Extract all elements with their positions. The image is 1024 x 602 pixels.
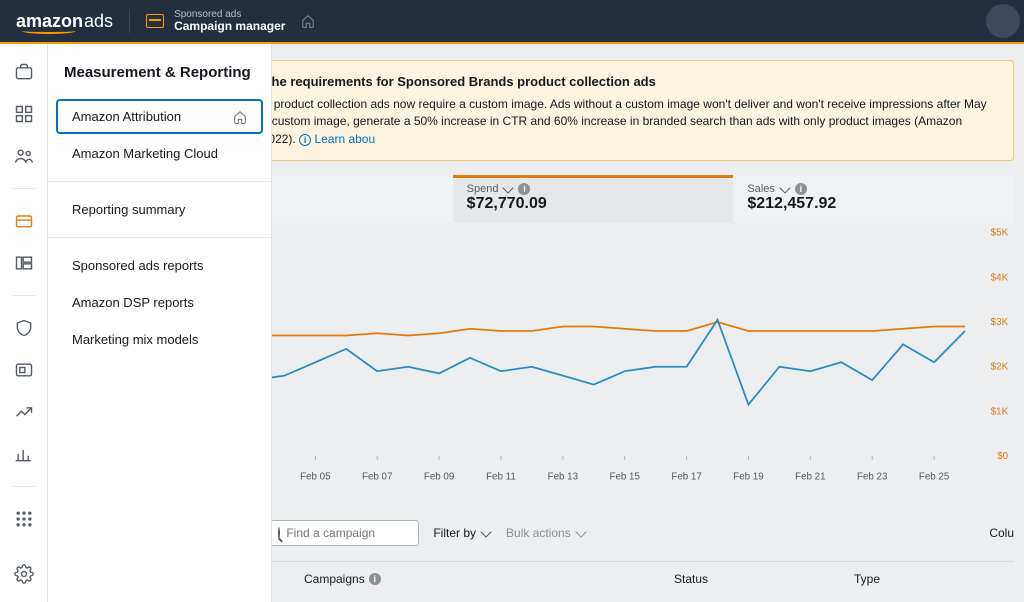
search-input[interactable] <box>272 520 419 546</box>
search-field[interactable] <box>286 526 441 540</box>
logo-sub: ads <box>84 11 113 32</box>
notice-banner: 've changed the requirements for Sponsor… <box>272 60 1014 161</box>
svg-text:$0: $0 <box>997 451 1008 462</box>
top-bar: amazonads Sponsored ads Campaign manager <box>0 0 1024 44</box>
flyout-item-label: Reporting summary <box>72 202 185 217</box>
chart: $0$1K$2K$3K$4K$5KFeb 01Feb 03Feb 05Feb 0… <box>272 223 1014 501</box>
svg-text:$3K: $3K <box>991 317 1009 328</box>
metric-card[interactable]: Salesi$212,457.92 <box>733 175 1014 223</box>
metric-label: i <box>272 183 439 195</box>
flyout-title: Measurement & Reporting <box>48 64 271 97</box>
bulk-actions-button[interactable]: Bulk actions <box>506 526 587 540</box>
shield-icon[interactable] <box>14 318 34 338</box>
flyout-menu: Measurement & Reporting Amazon Attributi… <box>48 44 272 602</box>
col-campaigns[interactable]: Campaignsi <box>292 572 662 586</box>
flyout-item-label: Amazon Attribution <box>72 109 181 124</box>
flyout-item-label: Marketing mix models <box>72 332 198 347</box>
users-icon[interactable] <box>14 146 34 166</box>
apps-icon[interactable] <box>14 509 34 529</box>
rail-separator <box>12 295 36 296</box>
svg-text:$4K: $4K <box>991 272 1009 283</box>
svg-text:Feb 25: Feb 25 <box>919 472 950 483</box>
info-icon: i <box>369 573 381 585</box>
svg-text:Feb 15: Feb 15 <box>609 472 640 483</box>
main-content: 've changed the requirements for Sponsor… <box>272 44 1024 602</box>
metric-label: Spendi <box>467 183 720 195</box>
rail-separator <box>12 486 36 487</box>
metric-value: $212,457.92 <box>747 195 1000 213</box>
metric-label: Salesi <box>747 183 1000 195</box>
svg-text:Feb 21: Feb 21 <box>795 472 825 483</box>
svg-text:Feb 19: Feb 19 <box>733 472 763 483</box>
svg-text:$2K: $2K <box>991 362 1009 373</box>
home-icon <box>301 14 315 28</box>
filter-by-button[interactable]: Filter by <box>433 526 492 540</box>
chevron-down-icon <box>480 526 491 537</box>
flyout-item[interactable]: Amazon DSP reports <box>56 285 263 320</box>
flyout-separator <box>48 237 271 238</box>
flyout-item[interactable]: Amazon Attribution <box>56 99 263 134</box>
notice-body: a custom image, generate a 50% increase … <box>272 114 962 145</box>
flyout-separator <box>48 181 271 182</box>
notice-title: 've changed the requirements for Sponsor… <box>272 73 997 92</box>
metric-card[interactable]: i <box>272 175 453 223</box>
chevron-down-icon <box>779 182 790 193</box>
trending-up-icon[interactable] <box>14 402 34 422</box>
metrics-row: iSpendi$72,770.09Salesi$212,457.92 <box>272 175 1014 223</box>
media-icon[interactable] <box>14 360 34 380</box>
dashboard-icon[interactable] <box>14 104 34 124</box>
flyout-item-label: Amazon DSP reports <box>72 295 194 310</box>
briefcase-icon[interactable] <box>14 62 34 82</box>
svg-text:Feb 09: Feb 09 <box>424 472 454 483</box>
flyout-item[interactable]: Amazon Marketing Cloud <box>56 136 263 171</box>
table-header: Active Campaignsi Status Type <box>272 561 1014 586</box>
metric-card[interactable]: Spendi$72,770.09 <box>453 175 734 223</box>
col-type[interactable]: Type <box>842 572 892 586</box>
columns-icon[interactable] <box>14 253 34 273</box>
bar-chart-icon[interactable] <box>14 444 34 464</box>
breadcrumb-big: Campaign manager <box>174 20 285 33</box>
chevron-down-icon <box>503 182 514 193</box>
svg-text:Feb 23: Feb 23 <box>857 472 888 483</box>
flyout-item-label: Sponsored ads reports <box>72 258 204 273</box>
info-icon: i <box>299 134 311 146</box>
flyout-item-label: Amazon Marketing Cloud <box>72 146 218 161</box>
flyout-item[interactable]: Sponsored ads reports <box>56 248 263 283</box>
card-icon[interactable] <box>14 211 34 231</box>
flyout-item[interactable]: Reporting summary <box>56 192 263 227</box>
metric-value: $72,770.09 <box>467 195 720 213</box>
learn-more-link[interactable]: Learn abou <box>314 132 375 146</box>
svg-text:$5K: $5K <box>991 228 1009 239</box>
svg-text:Feb 05: Feb 05 <box>300 472 331 483</box>
search-icon <box>278 527 280 539</box>
columns-button[interactable]: Colu <box>989 526 1014 540</box>
home-icon <box>233 110 247 124</box>
chevron-down-icon <box>575 526 586 537</box>
svg-text:Feb 07: Feb 07 <box>362 472 392 483</box>
gear-icon[interactable] <box>14 564 34 584</box>
svg-text:$1K: $1K <box>991 406 1009 417</box>
col-active[interactable]: Active <box>272 572 292 586</box>
flyout-item[interactable]: Marketing mix models <box>56 322 263 357</box>
logo-smile-icon <box>22 28 76 34</box>
info-icon: i <box>518 183 530 195</box>
col-status[interactable]: Status <box>662 572 842 586</box>
icon-rail <box>0 44 48 602</box>
svg-text:Feb 11: Feb 11 <box>486 472 516 483</box>
svg-text:Feb 17: Feb 17 <box>671 472 701 483</box>
breadcrumb[interactable]: Sponsored ads Campaign manager <box>146 9 315 33</box>
svg-text:Feb 13: Feb 13 <box>548 472 579 483</box>
divider <box>129 9 130 33</box>
card-icon <box>146 14 164 28</box>
avatar[interactable] <box>986 4 1020 38</box>
info-icon: i <box>795 183 807 195</box>
rail-separator <box>12 188 36 189</box>
controls-row: ampaign Filter by Bulk actions Colu <box>272 519 1014 547</box>
